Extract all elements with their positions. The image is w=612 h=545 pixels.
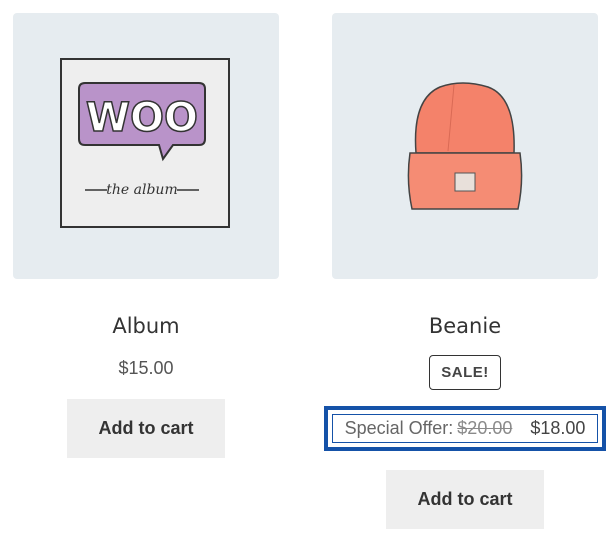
beanie-illustration xyxy=(407,82,523,210)
add-to-cart-button[interactable]: Add to cart xyxy=(67,399,225,458)
product-price: $15.00 xyxy=(118,358,174,378)
sale-badge: SALE! xyxy=(429,355,501,390)
product-title[interactable]: Beanie xyxy=(332,313,598,339)
special-offer-inner: Special Offer: $20.00 $18.00 xyxy=(332,414,598,443)
offer-label: Special Offer: xyxy=(344,418,454,438)
beanie-label-patch xyxy=(454,172,476,192)
woo-logo-text: WOO xyxy=(86,95,198,141)
product-card-beanie: Beanie SALE! xyxy=(332,13,598,390)
beanie-button-wrap: Add to cart xyxy=(386,470,544,529)
album-caption: the album xyxy=(106,182,177,198)
album-illustration: WOO the album xyxy=(60,58,230,228)
product-grid: WOO the album Album $15.00 Add to cart B… xyxy=(0,0,612,545)
offer-text: Special Offer: $20.00 xyxy=(345,418,513,439)
album-image[interactable]: WOO the album xyxy=(13,13,279,279)
beanie-image[interactable] xyxy=(332,13,598,279)
product-card-album: WOO the album Album $15.00 Add to cart xyxy=(13,13,279,458)
product-title[interactable]: Album xyxy=(13,313,279,339)
add-to-cart-button[interactable]: Add to cart xyxy=(386,470,544,529)
special-offer-price: Special Offer: $20.00 $18.00 xyxy=(324,406,606,451)
beanie-crown xyxy=(414,82,515,154)
regular-price: $20.00 xyxy=(457,418,513,438)
sale-price: $18.00 xyxy=(530,418,586,438)
